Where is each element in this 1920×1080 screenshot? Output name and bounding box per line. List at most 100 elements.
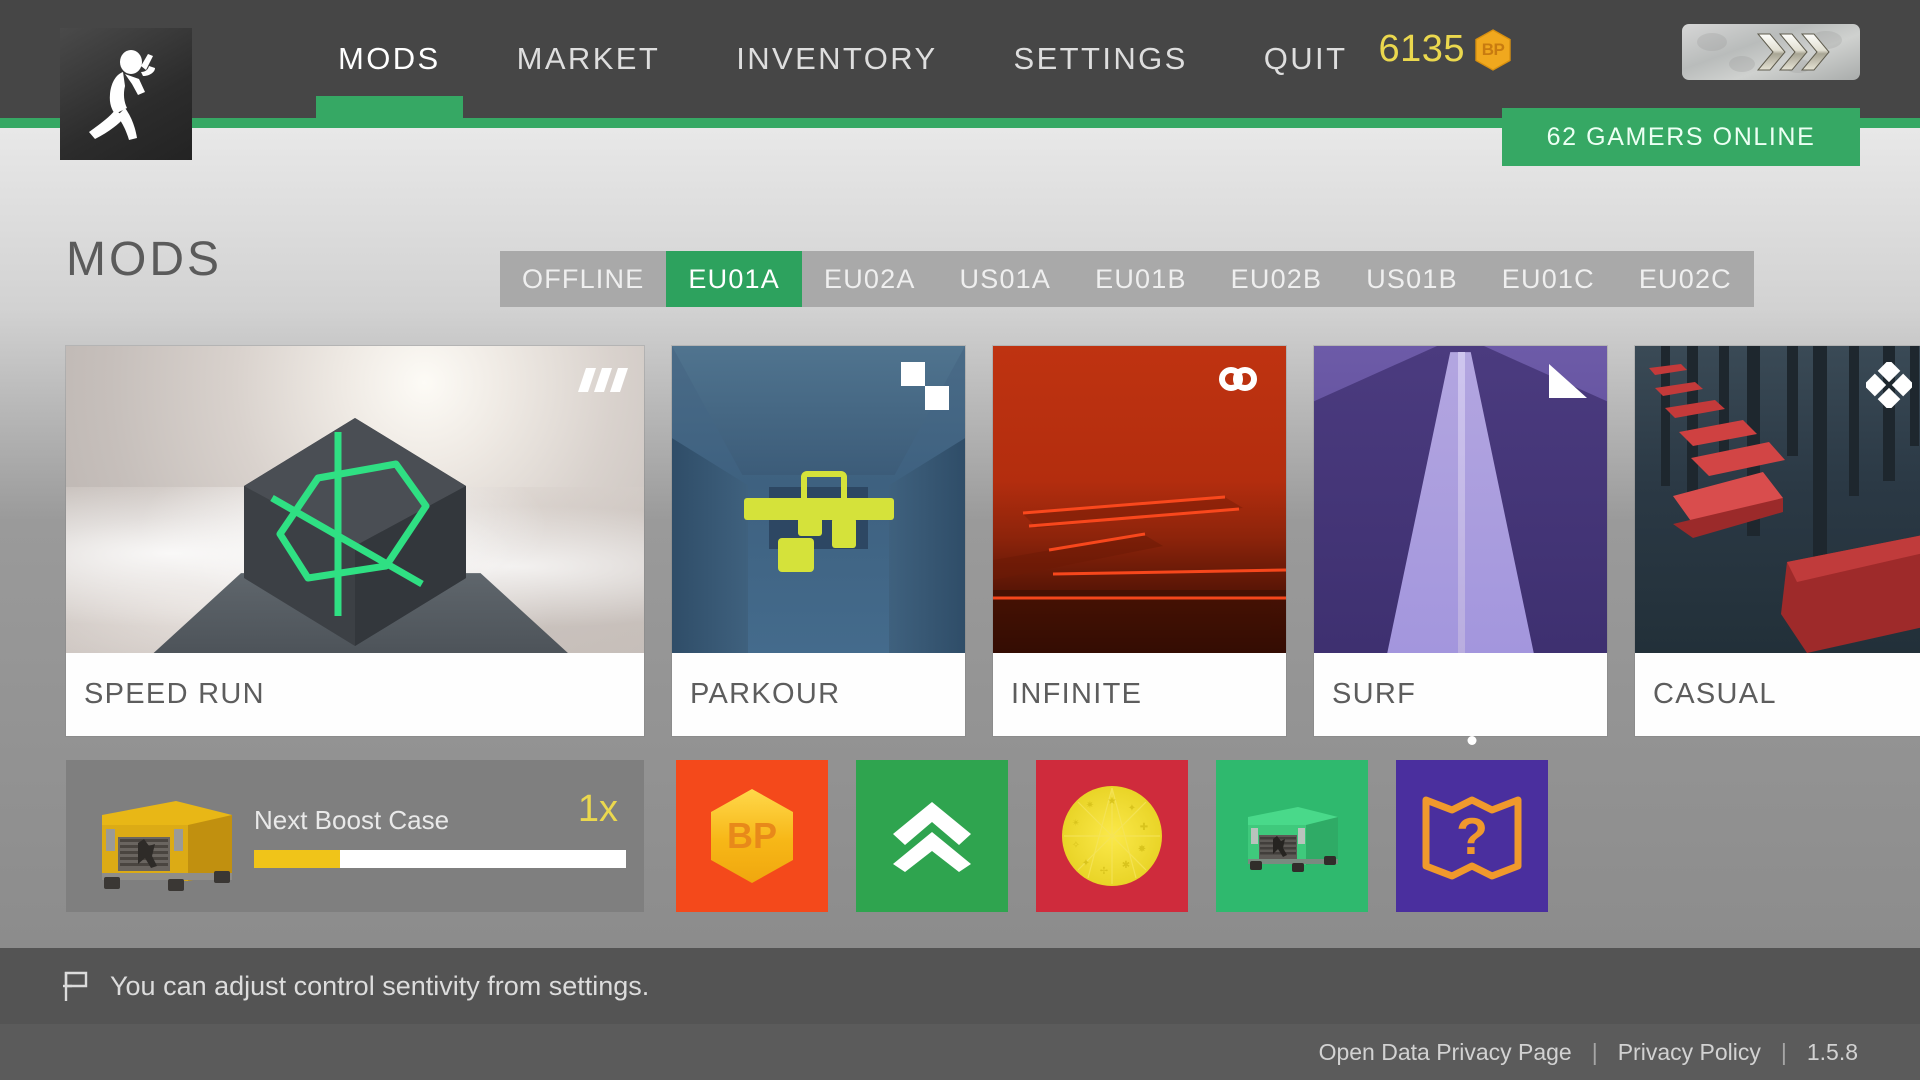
footer-bar: Open Data Privacy Page | Privacy Policy …	[0, 1024, 1920, 1080]
svg-text:✧: ✧	[1072, 840, 1080, 851]
running-man-logo-icon[interactable]	[60, 28, 192, 160]
mod-card-label: CASUAL	[1653, 678, 1777, 710]
nav-label: SETTINGS	[1013, 41, 1188, 76]
nav-label: QUIT	[1263, 41, 1348, 76]
infinity-icon	[1206, 362, 1270, 401]
mod-card-label: SURF	[1332, 678, 1417, 710]
server-tab-label: EU01B	[1095, 263, 1187, 294]
svg-text:✦: ✦	[1128, 803, 1136, 814]
nav-item-mods[interactable]: MODS	[300, 0, 479, 118]
three-bars-icon	[572, 362, 628, 397]
server-tab-eu02a[interactable]: EU02A	[802, 251, 938, 307]
server-tab-us01b[interactable]: US01B	[1344, 251, 1480, 307]
footer-separator: |	[1780, 1038, 1787, 1065]
server-tab-eu01a[interactable]: EU01A	[666, 251, 802, 307]
server-selector: OFFLINE EU01A EU02A US01A EU01B EU02B US…	[500, 251, 1754, 307]
mod-card-label: SPEED RUN	[84, 678, 265, 710]
server-tab-label: US01A	[959, 263, 1052, 294]
svg-text:BP: BP	[727, 815, 777, 856]
buy-bp-tile[interactable]: BP	[676, 760, 828, 912]
mod-card-art	[66, 346, 644, 653]
action-tile-row: BP ★ ✦ ✚ ✸ ✱ ✢ ✦ ✧ ✴ ✷ ?	[676, 736, 1548, 912]
mod-card-speed-run[interactable]: SPEED RUN	[66, 346, 644, 736]
mod-card-art	[993, 346, 1286, 653]
next-boost-case-panel[interactable]: Next Boost Case 1x	[66, 760, 644, 912]
online-status-badge: 62 GAMERS ONLINE	[1502, 108, 1860, 166]
mod-card-surf[interactable]: SURF	[1314, 346, 1607, 736]
game-main-menu: MODS MARKET INVENTORY SETTINGS QUIT 6135…	[0, 0, 1920, 1080]
svg-text:✦: ✦	[1082, 858, 1090, 869]
online-status-text: 62 GAMERS ONLINE	[1546, 122, 1816, 151]
ramp-triangle-icon	[1547, 362, 1591, 411]
bp-hexagon-icon: BP	[711, 789, 793, 883]
main-nav: MODS MARKET INVENTORY SETTINGS QUIT	[300, 0, 1385, 118]
currency-display[interactable]: 6135 BP	[1378, 28, 1512, 71]
mystery-map-icon: ?	[1422, 796, 1522, 880]
server-tab-eu02b[interactable]: EU02B	[1209, 251, 1345, 307]
svg-text:✱: ✱	[1122, 860, 1130, 871]
green-crate-icon	[1248, 807, 1338, 872]
server-tab-eu01c[interactable]: EU01C	[1480, 251, 1617, 307]
nav-label: MARKET	[516, 41, 661, 76]
server-tab-eu02c[interactable]: EU02C	[1617, 251, 1754, 307]
server-tab-offline[interactable]: OFFLINE	[500, 251, 666, 307]
server-tab-eu01b[interactable]: EU01B	[1073, 251, 1209, 307]
svg-text:✸: ✸	[1138, 844, 1146, 855]
server-tab-label: EU02B	[1230, 263, 1323, 294]
privacy-policy-link[interactable]: Privacy Policy	[1618, 1039, 1761, 1066]
page-title: MODS	[66, 233, 222, 286]
bp-amount: 6135	[1378, 28, 1465, 70]
server-tab-label: EU01C	[1501, 263, 1595, 294]
svg-text:✴: ✴	[1072, 818, 1080, 829]
double-chevron-up-icon	[893, 802, 971, 872]
nav-item-market[interactable]: MARKET	[479, 0, 699, 118]
server-tab-label: US01B	[1366, 263, 1458, 294]
flag-icon	[63, 971, 88, 1001]
version-label: 1.5.8	[1806, 1038, 1858, 1065]
mod-card-casual[interactable]: CASUAL	[1635, 346, 1920, 736]
two-squares-icon	[901, 362, 949, 415]
triple-chevron-rank-icon	[1697, 31, 1842, 73]
upgrade-tile[interactable]	[856, 760, 1008, 912]
mod-card-grid: SPEED RUN PARKOUR INFINITE SURF CASUAL	[66, 346, 1920, 736]
map-tile[interactable]: ?	[1396, 736, 1548, 912]
nav-item-settings[interactable]: SETTINGS	[976, 0, 1226, 118]
open-data-privacy-page-link[interactable]: Open Data Privacy Page	[1319, 1039, 1572, 1066]
mod-card-label: INFINITE	[1011, 678, 1143, 710]
bp-hexagon-icon: BP	[1474, 28, 1512, 71]
nav-active-indicator	[316, 96, 463, 118]
wheel-tile[interactable]: ★ ✦ ✚ ✸ ✱ ✢ ✦ ✧ ✴ ✷	[1036, 760, 1188, 912]
diamond-quad-icon	[1863, 359, 1915, 413]
boost-multiplier: 1x	[577, 788, 618, 830]
boost-progress-fill	[254, 849, 340, 868]
yellow-crate-icon	[80, 781, 250, 891]
mod-card-infinite[interactable]: INFINITE	[993, 346, 1286, 736]
nav-label: INVENTORY	[736, 41, 938, 76]
svg-text:✷: ✷	[1086, 800, 1094, 811]
nav-label: MODS	[338, 41, 441, 76]
mod-card-art	[1635, 346, 1920, 653]
mod-card-parkour[interactable]: PARKOUR	[672, 346, 965, 736]
boost-progress-bar	[254, 849, 626, 868]
mod-card-art	[672, 346, 965, 653]
nav-item-inventory[interactable]: INVENTORY	[698, 0, 975, 118]
tip-text: You can adjust control sentivity from se…	[110, 970, 650, 1001]
server-tab-us01a[interactable]: US01A	[938, 251, 1074, 307]
footer-separator: |	[1591, 1038, 1598, 1065]
bp-hexagon-label: BP	[1481, 39, 1505, 59]
server-tab-label: EU02A	[823, 263, 916, 294]
case-tile[interactable]	[1216, 760, 1368, 912]
rank-badge[interactable]	[1682, 24, 1860, 80]
svg-text:?: ?	[1456, 808, 1488, 866]
server-tab-label: OFFLINE	[522, 263, 645, 294]
fortune-wheel-icon: ★✦✚ ✸✱✢ ✦✧✴ ✷	[1062, 786, 1162, 886]
svg-text:★: ★	[1108, 796, 1117, 807]
tip-bar: You can adjust control sentivity from se…	[0, 948, 1920, 1024]
server-tab-label: EU02C	[1638, 263, 1732, 294]
server-tab-label: EU01A	[688, 263, 780, 294]
mod-card-label: PARKOUR	[690, 678, 841, 710]
boost-case-title: Next Boost Case	[254, 804, 450, 835]
page-content: MODS OFFLINE EU01A EU02A US01A EU01B EU0…	[0, 128, 1920, 948]
notification-dot	[1467, 736, 1477, 745]
nav-item-quit[interactable]: QUIT	[1226, 0, 1386, 118]
